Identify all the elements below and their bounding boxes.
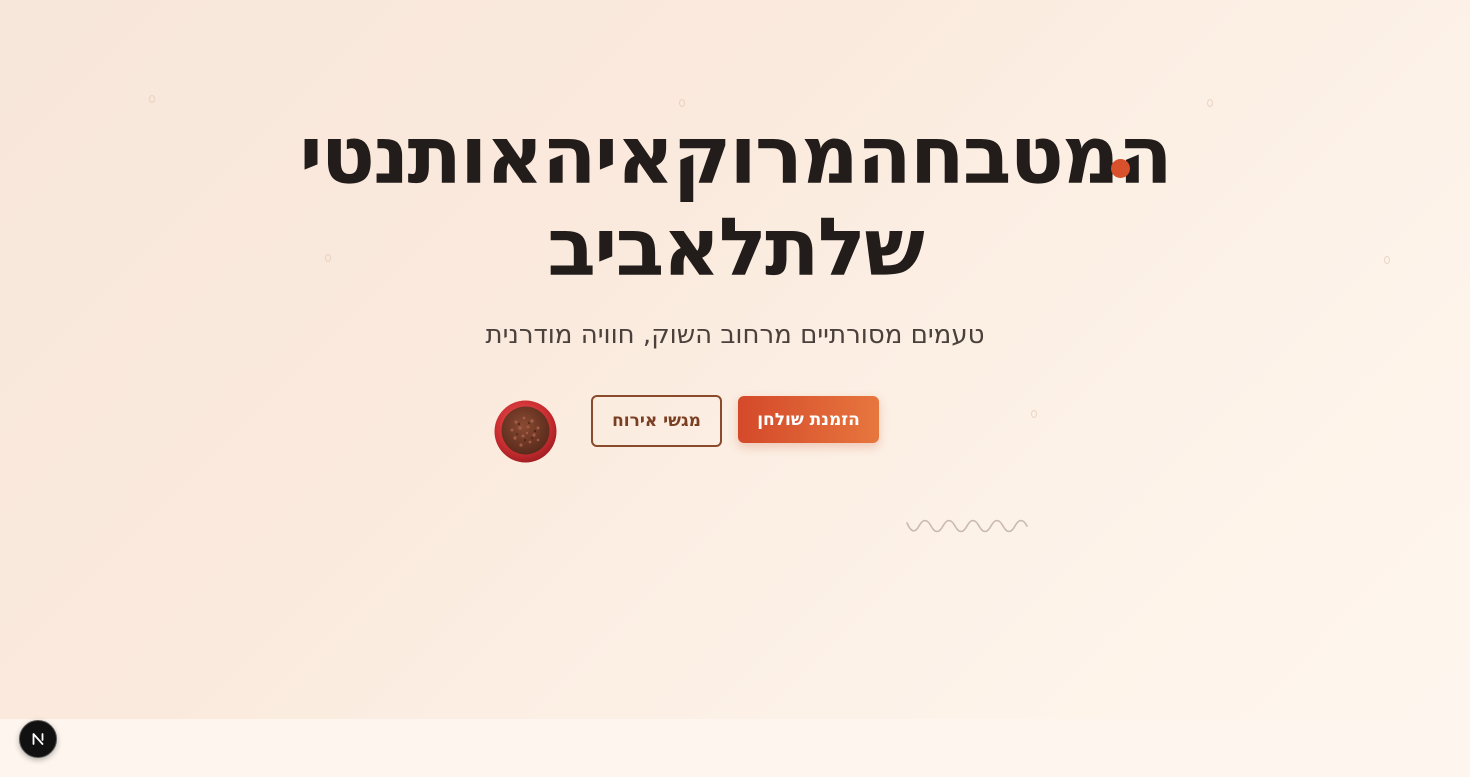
particle-decoration xyxy=(149,95,155,103)
hero-section: המטבחהמרוקאיהאותנטי שלתלאביב טעמים מסורת… xyxy=(0,0,1470,719)
headline-line-2: שלתלאביב xyxy=(547,201,924,294)
particle-decoration xyxy=(1384,256,1390,264)
nextjs-devtools-button[interactable] xyxy=(19,720,57,758)
accent-dot xyxy=(1111,159,1130,178)
headline-line-1: המטבחהמרוקאיהאותנטי xyxy=(299,109,1173,202)
particle-decoration xyxy=(1031,410,1037,418)
reserve-table-button[interactable]: הזמנת שולחן xyxy=(738,396,879,443)
hero-headline: המטבחהמרוקאיהאותנטי שלתלאביב xyxy=(200,110,1270,294)
catering-platters-button[interactable]: מגשי אירוח xyxy=(591,395,722,447)
wave-line-icon xyxy=(906,519,1028,533)
particle-decoration xyxy=(679,99,685,107)
nextjs-icon xyxy=(32,733,44,745)
hero-subtitle: טעמים מסורתיים מרחוב השוק, חוויה מודרנית xyxy=(485,320,985,350)
spice-bowl-icon xyxy=(494,400,557,463)
particle-decoration xyxy=(1207,99,1213,107)
next-section xyxy=(0,719,1470,777)
